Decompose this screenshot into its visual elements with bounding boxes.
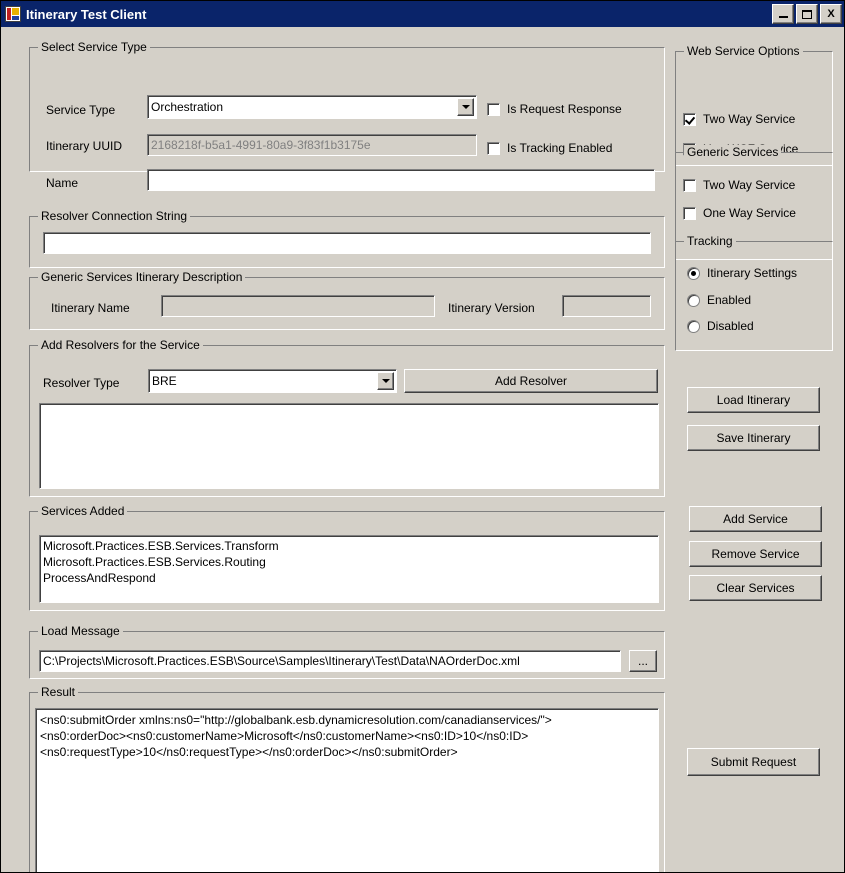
- result-textarea[interactable]: <ns0:submitOrder xmlns:ns0="http://globa…: [35, 708, 659, 872]
- clear-services-button[interactable]: Clear Services: [689, 575, 822, 601]
- itinerary-test-client-window: Itinerary Test Client X Select Service T…: [0, 0, 845, 873]
- window-title: Itinerary Test Client: [26, 6, 147, 22]
- close-icon: X: [827, 7, 835, 20]
- itinerary-uuid-field: 2168218f-b5a1-4991-80a9-3f83f1b3175e: [147, 134, 477, 156]
- is-request-response-label: Is Request Response: [507, 102, 622, 116]
- add-resolvers-legend: Add Resolvers for the Service: [38, 338, 203, 352]
- result-line: <ns0:submitOrder xmlns:ns0="http://globa…: [40, 713, 552, 727]
- name-label: Name: [46, 176, 79, 190]
- app-form-icon: [5, 6, 21, 22]
- checkbox-box: [487, 102, 500, 116]
- name-input[interactable]: [147, 169, 655, 191]
- generic-one-way-service-label: One Way Service: [703, 206, 796, 220]
- itinerary-name-field: [161, 295, 435, 317]
- checkbox-box: [683, 178, 696, 192]
- service-type-combo[interactable]: Orchestration: [147, 95, 477, 119]
- radio-circle: [687, 319, 700, 333]
- browse-file-button[interactable]: ...: [629, 650, 657, 672]
- is-request-response-checkbox[interactable]: Is Request Response: [487, 102, 622, 116]
- chevron-down-icon[interactable]: [377, 372, 394, 390]
- services-added-legend: Services Added: [38, 504, 128, 518]
- resolver-type-label: Resolver Type: [43, 376, 120, 390]
- web-two-way-service-checkbox[interactable]: Two Way Service: [683, 112, 795, 126]
- result-line: <ns0:requestType>10</ns0:requestType></n…: [40, 745, 458, 759]
- title-bar: Itinerary Test Client X: [1, 1, 844, 27]
- radio-circle: [687, 293, 700, 307]
- itinerary-uuid-value: 2168218f-b5a1-4991-80a9-3f83f1b3175e: [151, 138, 371, 152]
- checkbox-box: [683, 112, 696, 126]
- window-controls: X: [772, 4, 842, 24]
- tracking-option-label: Itinerary Settings: [707, 266, 798, 280]
- chevron-down-icon[interactable]: [457, 98, 474, 116]
- resolver-type-value: BRE: [152, 374, 177, 388]
- tracking-option-enabled[interactable]: Enabled: [687, 293, 751, 307]
- service-type-value: Orchestration: [151, 100, 224, 114]
- resolver-connection-string-input[interactable]: [43, 232, 651, 254]
- web-service-options-legend: Web Service Options: [684, 44, 803, 58]
- generic-services-itinerary-description-legend: Generic Services Itinerary Description: [38, 270, 246, 284]
- submit-request-button[interactable]: Submit Request: [687, 748, 820, 776]
- load-message-legend: Load Message: [38, 624, 123, 638]
- itinerary-version-field: [562, 295, 651, 317]
- is-tracking-enabled-checkbox[interactable]: Is Tracking Enabled: [487, 141, 612, 155]
- result-legend: Result: [38, 685, 79, 699]
- remove-service-button[interactable]: Remove Service: [689, 541, 822, 567]
- radio-circle: [687, 266, 700, 280]
- list-item[interactable]: Microsoft.Practices.ESB.Services.Transfo…: [43, 538, 655, 554]
- tracking-option-itinerary-settings[interactable]: Itinerary Settings: [687, 266, 797, 280]
- generic-two-way-service-checkbox[interactable]: Two Way Service: [683, 178, 795, 192]
- tracking-option-label: Disabled: [707, 319, 754, 333]
- save-itinerary-button[interactable]: Save Itinerary: [687, 425, 820, 451]
- client-area: Select Service Type Service Type Orchest…: [1, 27, 844, 872]
- itinerary-version-label: Itinerary Version: [448, 301, 535, 315]
- checkbox-box: [487, 141, 500, 155]
- maximize-button[interactable]: [796, 4, 818, 24]
- generic-one-way-service-checkbox[interactable]: One Way Service: [683, 206, 796, 220]
- minimize-button[interactable]: [772, 4, 794, 24]
- tracking-legend: Tracking: [684, 234, 736, 248]
- close-button[interactable]: X: [820, 4, 842, 24]
- load-itinerary-button[interactable]: Load Itinerary: [687, 387, 820, 413]
- itinerary-name-label: Itinerary Name: [51, 301, 130, 315]
- is-tracking-enabled-label: Is Tracking Enabled: [507, 141, 613, 155]
- list-item[interactable]: ProcessAndRespond: [43, 570, 655, 586]
- minimize-icon: [778, 16, 788, 18]
- add-resolver-button[interactable]: Add Resolver: [404, 369, 658, 393]
- result-line: <ns0:orderDoc><ns0:customerName>Microsof…: [40, 729, 529, 743]
- resolver-connection-string-legend: Resolver Connection String: [38, 209, 191, 223]
- tracking-option-disabled[interactable]: Disabled: [687, 319, 754, 333]
- list-item[interactable]: Microsoft.Practices.ESB.Services.Routing: [43, 554, 655, 570]
- generic-services-legend: Generic Services: [684, 145, 782, 159]
- web-two-way-service-label: Two Way Service: [703, 112, 796, 126]
- tracking-option-label: Enabled: [707, 293, 752, 307]
- services-added-listbox[interactable]: Microsoft.Practices.ESB.Services.Transfo…: [39, 535, 659, 603]
- resolvers-listbox[interactable]: [39, 403, 659, 489]
- checkbox-box: [683, 206, 696, 220]
- service-type-label: Service Type: [46, 103, 116, 117]
- maximize-icon: [802, 9, 812, 19]
- generic-two-way-service-label: Two Way Service: [703, 178, 796, 192]
- resolver-type-combo[interactable]: BRE: [148, 369, 397, 393]
- select-service-type-legend: Select Service Type: [38, 40, 150, 54]
- load-message-path-input[interactable]: C:\Projects\Microsoft.Practices.ESB\Sour…: [39, 650, 621, 672]
- add-service-button[interactable]: Add Service: [689, 506, 822, 532]
- load-message-path-value: C:\Projects\Microsoft.Practices.ESB\Sour…: [43, 654, 520, 668]
- itinerary-uuid-label: Itinerary UUID: [46, 139, 123, 153]
